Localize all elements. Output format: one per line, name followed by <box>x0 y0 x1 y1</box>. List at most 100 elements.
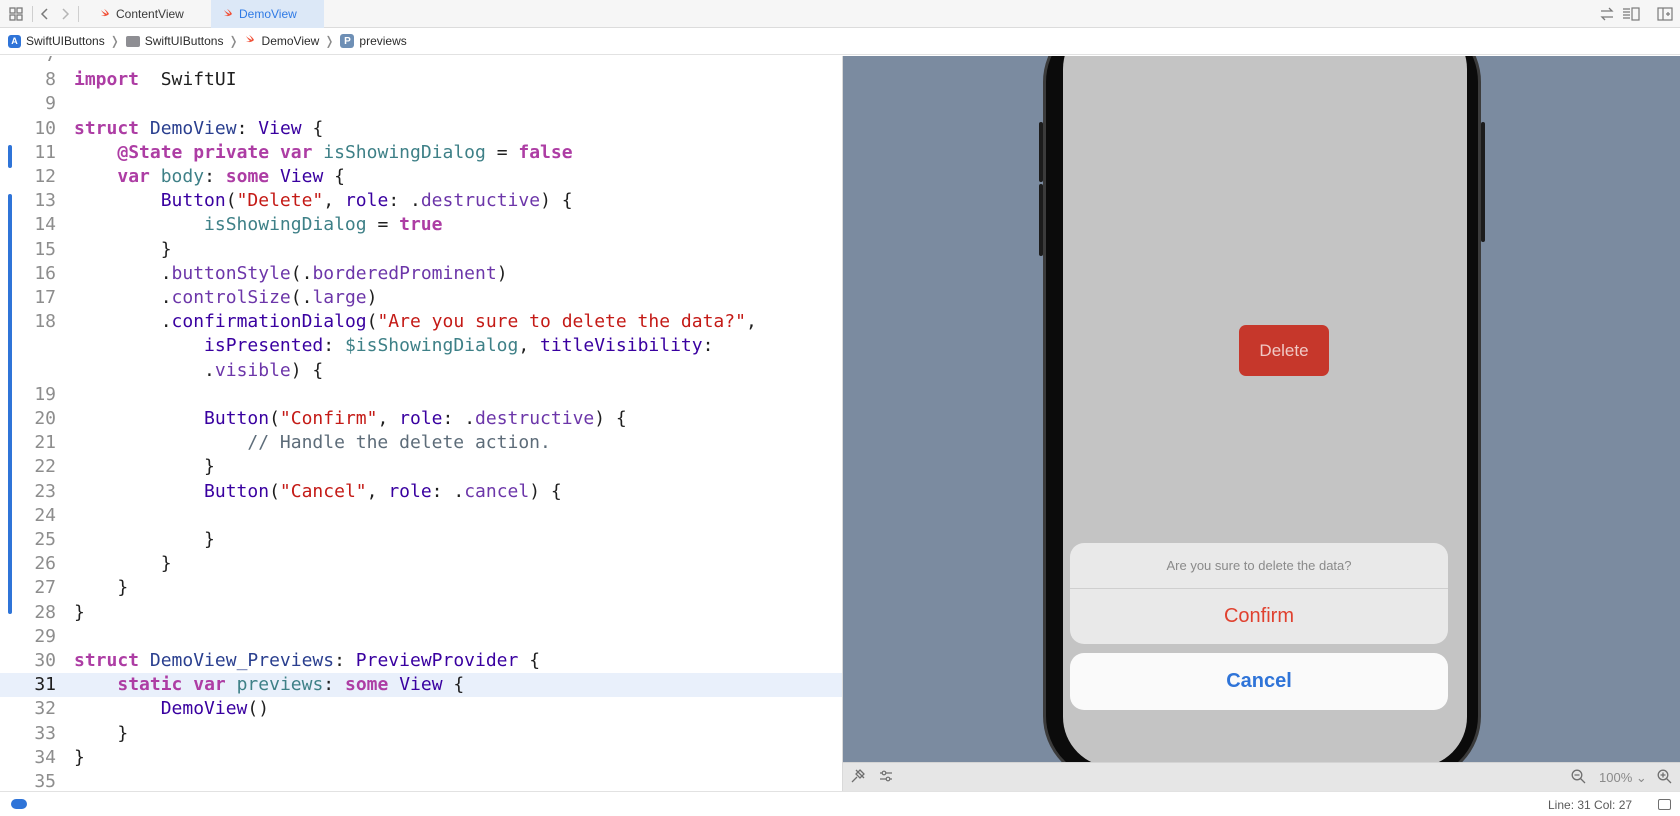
canvas-footer: 100% ⌄ <box>843 762 1680 791</box>
code-line[interactable]: isPresented: $isShowingDialog, titleVisi… <box>0 334 842 358</box>
code-token: true <box>399 214 443 236</box>
settings-sliders-icon[interactable] <box>879 769 893 786</box>
add-editor-icon[interactable] <box>1656 5 1674 23</box>
code-editor[interactable]: 78 import SwiftUI 910 struct DemoView: View… <box>0 56 842 791</box>
line-number: 15 <box>34 238 56 260</box>
line-number: 27 <box>34 577 56 599</box>
code-token: isShowingDialog <box>204 214 367 236</box>
code-token: (. <box>290 262 313 284</box>
code-token: ( <box>269 408 280 429</box>
line-number: 20 <box>34 408 56 429</box>
code-line[interactable]: 28} <box>0 601 842 625</box>
breadcrumb-file[interactable]: DemoView <box>245 34 319 49</box>
code-line[interactable]: 24 <box>0 504 842 528</box>
breadcrumb-folder[interactable]: SwiftUIButtons <box>125 34 223 48</box>
code-line[interactable]: 33 } <box>0 722 842 746</box>
code-text: .visible) { <box>74 359 323 383</box>
code-line[interactable]: 12 var body: some View { <box>0 165 842 189</box>
code-token: $isShowingDialog <box>344 335 519 357</box>
code-token: () <box>247 698 270 720</box>
zoom-in-icon[interactable] <box>1657 769 1672 787</box>
code-text: .confirmationDialog("Are you sure to del… <box>74 310 757 334</box>
code-token: } <box>74 601 85 623</box>
code-line[interactable]: 8 import SwiftUI <box>0 68 842 92</box>
code-token: } <box>74 238 172 260</box>
preview-canvas[interactable]: Delete Are you sure to delete the data? … <box>843 56 1680 762</box>
code-line[interactable]: .visible) { <box>0 359 842 383</box>
code-line[interactable]: 14 isShowingDialog = true <box>0 213 842 237</box>
code-line[interactable]: 23 Button("Cancel", role: .cancel) { <box>0 480 842 504</box>
line-number: 28 <box>34 601 56 623</box>
tab-divider <box>78 6 79 22</box>
debug-area-toggle-icon[interactable] <box>11 799 27 809</box>
tab-demoview[interactable]: DemoView <box>211 0 324 28</box>
code-line[interactable]: 16 .buttonStyle(.borderedProminent) <box>0 262 842 286</box>
breadcrumb-project[interactable]: A SwiftUIButtons <box>8 34 105 48</box>
code-token: . <box>74 359 215 381</box>
code-text: } <box>74 576 128 600</box>
code-token: destructive <box>475 408 595 429</box>
cancel-button[interactable]: Cancel <box>1070 653 1448 710</box>
code-line[interactable]: 32 DemoView() <box>0 697 842 721</box>
code-token: some <box>344 674 389 696</box>
line-number: 25 <box>34 529 56 550</box>
confirm-button[interactable]: Confirm <box>1070 589 1448 644</box>
code-token: confirmationDialog <box>171 311 367 333</box>
code-token: var <box>117 166 150 187</box>
line-number: 22 <box>34 456 56 478</box>
code-line[interactable]: 9 <box>0 92 842 116</box>
code-text: } <box>74 722 128 746</box>
code-token: { <box>323 166 346 187</box>
code-line[interactable]: 11 @State private var isShowingDialog = … <box>0 141 842 165</box>
code-line[interactable]: 10 struct DemoView: View { <box>0 117 842 141</box>
zoom-out-icon[interactable] <box>1571 769 1586 787</box>
code-token: "Cancel" <box>279 480 367 502</box>
code-line[interactable]: 34} <box>0 746 842 770</box>
folder-icon <box>125 35 140 47</box>
editor-options-icon[interactable] <box>1622 5 1640 23</box>
forward-icon[interactable] <box>56 5 74 23</box>
code-line[interactable]: 15 } <box>0 238 842 262</box>
pin-icon[interactable] <box>851 769 865 786</box>
panel-toggle-icon[interactable] <box>1658 799 1671 810</box>
code-token: SwiftUI <box>139 69 237 91</box>
code-line[interactable]: 27 } <box>0 576 842 600</box>
swap-icon[interactable] <box>1598 5 1616 23</box>
code-token: DemoView <box>160 698 248 720</box>
code-line[interactable]: 7 <box>0 56 842 68</box>
breadcrumb-symbol[interactable]: P previews <box>340 34 407 48</box>
code-line[interactable]: 22 } <box>0 455 842 479</box>
code-line[interactable]: 25 } <box>0 528 842 552</box>
code-token: role <box>388 480 432 502</box>
grid-icon[interactable] <box>7 5 25 23</box>
code-token: borderedProminent <box>312 262 497 284</box>
line-number: 19 <box>34 383 56 405</box>
code-token: . <box>74 311 172 333</box>
code-token: : <box>334 650 356 671</box>
code-line[interactable]: 19 <box>0 383 842 407</box>
code-line[interactable]: 18 .confirmationDialog("Are you sure to … <box>0 310 842 334</box>
code-line[interactable]: 20 Button("Confirm", role: .destructive)… <box>0 407 842 431</box>
delete-button[interactable]: Delete <box>1239 325 1329 376</box>
code-line[interactable]: 26 } <box>0 552 842 576</box>
back-icon[interactable] <box>36 5 54 23</box>
code-line[interactable]: 21 // Handle the delete action. <box>0 431 842 455</box>
code-token: ( <box>366 311 378 333</box>
tab-contentview[interactable]: ContentView <box>88 0 210 28</box>
code-line[interactable]: 13 Button("Delete", role: .destructive) … <box>0 189 842 213</box>
code-line[interactable]: 35 <box>0 770 842 791</box>
code-token: : . <box>431 480 465 502</box>
line-number: 35 <box>34 771 56 791</box>
code-line[interactable]: 29 <box>0 625 842 649</box>
code-line[interactable]: 17 .controlSize(.large) <box>0 286 842 310</box>
code-line[interactable]: 30 struct DemoView_Previews: PreviewProvi… <box>0 649 842 673</box>
code-token: ) <box>366 287 378 308</box>
code-token: var <box>193 674 226 696</box>
code-line[interactable]: 31 static var previews: some View { <box>0 673 842 698</box>
code-token: "Confirm" <box>279 408 378 429</box>
zoom-level[interactable]: 100% ⌄ <box>1599 770 1647 786</box>
